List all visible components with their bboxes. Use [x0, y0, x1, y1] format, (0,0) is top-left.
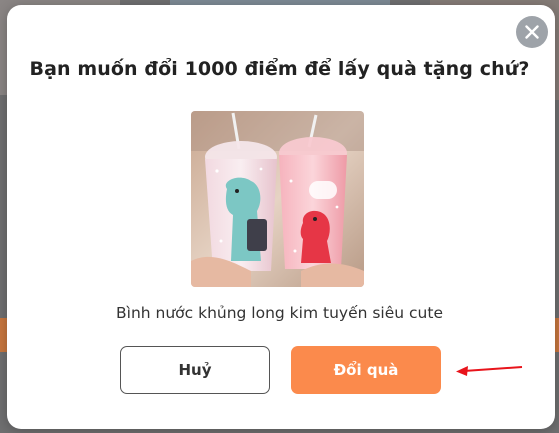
close-icon	[525, 25, 539, 39]
redeem-button[interactable]: Đổi quà	[291, 346, 441, 394]
close-button[interactable]	[516, 16, 548, 48]
tumbler-cups-image	[191, 111, 364, 287]
cancel-button-label: Huỷ	[178, 361, 212, 379]
annotation-arrow-icon	[456, 366, 523, 376]
product-name: Bình nước khủng long kim tuyến siêu cute	[116, 304, 443, 322]
cancel-button[interactable]: Huỷ	[120, 346, 270, 394]
redeem-button-label: Đổi quà	[333, 361, 399, 379]
product-image	[191, 111, 364, 287]
dialog-title: Bạn muốn đổi 1000 điểm để lấy quà tặng c…	[29, 58, 530, 80]
